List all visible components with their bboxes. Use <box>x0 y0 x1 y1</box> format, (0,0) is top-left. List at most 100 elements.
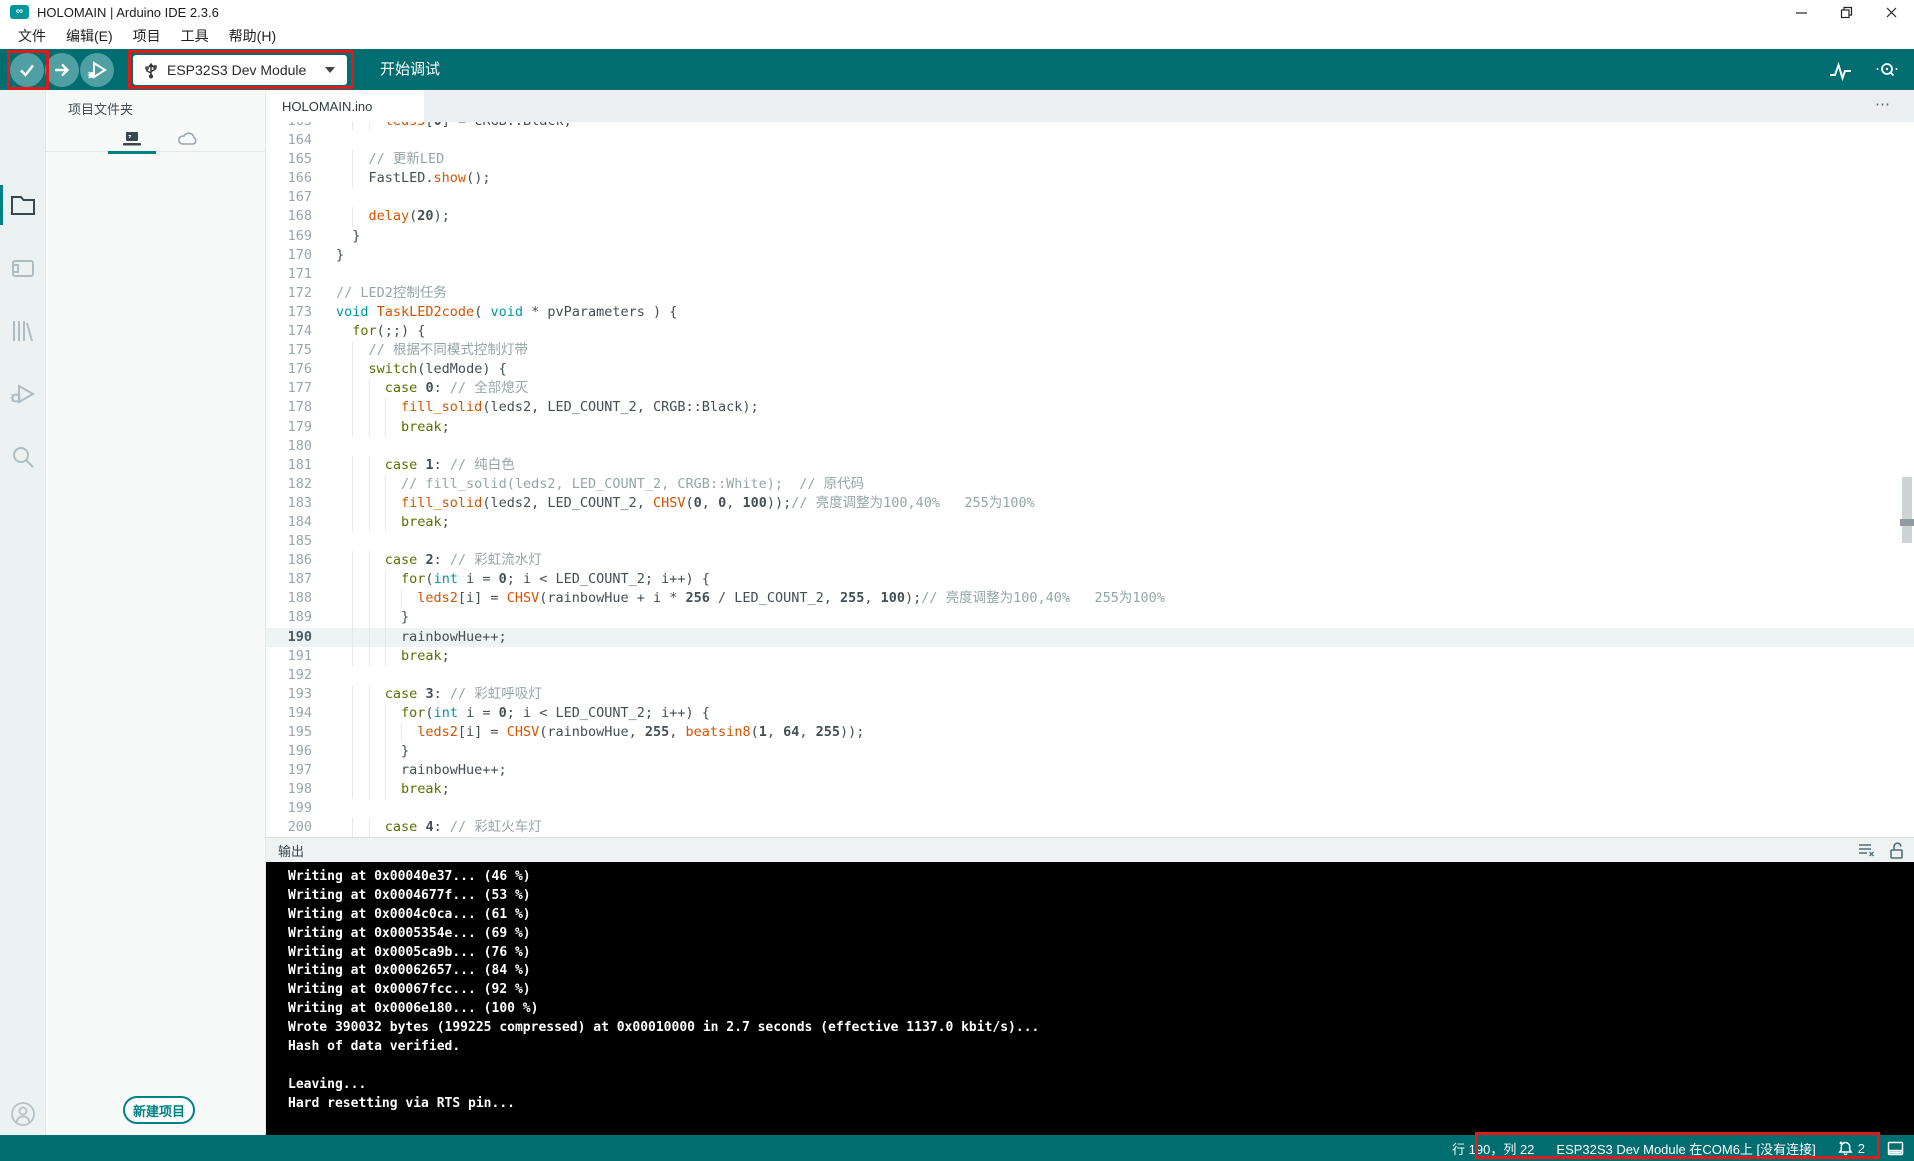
line-number: 188 <box>266 589 312 608</box>
terminal-line: Writing at 0x00062657... (84 %) <box>288 962 1914 981</box>
code-line[interactable]: 169 } <box>266 227 1914 246</box>
code-line[interactable]: 186 case 2: // 彩虹流水灯 <box>266 551 1914 570</box>
line-number: 165 <box>266 150 312 169</box>
code-line[interactable]: 195 leds2[i] = CHSV(rainbowHue, 255, bea… <box>266 723 1914 742</box>
cursor-position[interactable]: 行 190，列 22 <box>1452 1139 1534 1158</box>
line-number: 189 <box>266 608 312 627</box>
code-line[interactable]: 163 leds3[0] = CRGB::Black; <box>266 122 1914 131</box>
sidebar-item-debug[interactable] <box>0 372 46 416</box>
toggle-panel-icon[interactable] <box>1887 1141 1904 1156</box>
code-line[interactable]: 177 case 0: // 全部熄灭 <box>266 379 1914 398</box>
restore-button[interactable] <box>1824 0 1869 24</box>
board-port-status[interactable]: ESP32S3 Dev Module 在COM6上 [没有连接] <box>1556 1139 1815 1158</box>
tab-local-sketchbook[interactable] <box>106 126 158 152</box>
start-debug-label[interactable]: 开始调试 <box>380 49 440 90</box>
code-line[interactable]: 196 } <box>266 742 1914 761</box>
new-sketch-button[interactable]: 新建项目 <box>123 1096 195 1124</box>
menu-item[interactable]: 项目 <box>123 24 171 49</box>
upload-button[interactable] <box>45 53 79 87</box>
terminal-line: Writing at 0x00040e37... (46 %) <box>288 868 1914 887</box>
sidebar-item-boards-manager[interactable] <box>0 246 46 290</box>
code-line[interactable]: 190 rainbowHue++; <box>266 628 1914 647</box>
code-line[interactable]: 181 case 1: // 纯白色 <box>266 456 1914 475</box>
tab-cloud-sketchbook[interactable] <box>162 126 214 152</box>
code-line[interactable]: 180 <box>266 437 1914 456</box>
code-line[interactable]: 172// LED2控制任务 <box>266 284 1914 303</box>
menu-item[interactable]: 工具 <box>171 24 219 49</box>
search-icon <box>10 444 36 470</box>
sidebar-item-library-manager[interactable] <box>0 309 46 353</box>
code-line[interactable]: 176 switch(ledMode) { <box>266 360 1914 379</box>
code-lines: 163 leds3[0] = CRGB::Black;164165 // 更新L… <box>266 122 1914 837</box>
output-terminal[interactable]: Writing at 0x00040e37... (46 %) Writing a… <box>266 862 1914 1135</box>
code-line[interactable]: 179 break; <box>266 418 1914 437</box>
menu-item[interactable]: 编辑(E) <box>56 24 123 49</box>
close-button[interactable] <box>1869 0 1914 24</box>
code-line[interactable]: 173void TaskLED2code( void * pvParameter… <box>266 303 1914 322</box>
debug-button[interactable] <box>80 53 114 87</box>
sidebar-item-account[interactable] <box>0 1092 46 1136</box>
code-line[interactable]: 188 leds2[i] = CHSV(rainbowHue + i * 256… <box>266 589 1914 608</box>
code-line[interactable]: 189 } <box>266 608 1914 627</box>
terminal-line: Hash of data verified. <box>288 1038 1914 1057</box>
line-number: 192 <box>266 666 312 685</box>
code-line[interactable]: 185 <box>266 532 1914 551</box>
code-line[interactable]: 167 <box>266 188 1914 207</box>
line-number: 196 <box>266 742 312 761</box>
terminal-line: Hard resetting via RTS pin... <box>288 1095 1914 1114</box>
code-line[interactable]: 182 // fill_solid(leds2, LED_COUNT_2, CR… <box>266 475 1914 494</box>
editor-scrollbar[interactable] <box>1902 477 1912 543</box>
sidebar-item-search[interactable] <box>0 435 46 479</box>
line-number: 187 <box>266 570 312 589</box>
code-line[interactable]: 171 <box>266 265 1914 284</box>
output-title: 输出 <box>278 841 304 860</box>
debug-play-icon <box>86 59 108 81</box>
line-number: 199 <box>266 799 312 818</box>
arduino-logo-icon: ∞ <box>10 5 29 19</box>
code-line[interactable]: 200 case 4: // 彩虹火车灯 <box>266 818 1914 837</box>
code-line[interactable]: 192 <box>266 666 1914 685</box>
code-line[interactable]: 165 // 更新LED <box>266 150 1914 169</box>
sidebar-item-sketchbook[interactable] <box>0 183 46 227</box>
code-line[interactable]: 193 case 3: // 彩虹呼吸灯 <box>266 685 1914 704</box>
code-line[interactable]: 175 // 根据不同模式控制灯带 <box>266 341 1914 360</box>
lock-open-icon[interactable] <box>1889 842 1904 859</box>
line-number: 171 <box>266 265 312 284</box>
more-actions-icon[interactable]: ⋯ <box>1875 90 1892 122</box>
line-number: 190 <box>266 628 312 647</box>
serial-monitor-icon[interactable] <box>1874 59 1900 81</box>
notifications-item[interactable]: 2 <box>1838 1140 1865 1156</box>
clear-output-icon[interactable] <box>1857 842 1875 858</box>
arrow-right-icon <box>52 60 72 80</box>
code-line[interactable]: 187 for(int i = 0; i < LED_COUNT_2; i++)… <box>266 570 1914 589</box>
code-line[interactable]: 168 delay(20); <box>266 207 1914 226</box>
terminal-line <box>288 1057 1914 1076</box>
menu-item[interactable]: 帮助(H) <box>219 24 286 49</box>
line-number: 183 <box>266 494 312 513</box>
verify-button[interactable] <box>10 53 44 87</box>
code-line[interactable]: 183 fill_solid(leds2, LED_COUNT_2, CHSV(… <box>266 494 1914 513</box>
code-editor[interactable]: 163 leds3[0] = CRGB::Black;164165 // 更新L… <box>266 122 1914 837</box>
board-icon <box>10 256 36 280</box>
line-number: 178 <box>266 398 312 417</box>
code-line[interactable]: 166 FastLED.show(); <box>266 169 1914 188</box>
code-line[interactable]: 197 rainbowHue++; <box>266 761 1914 780</box>
menu-item[interactable]: 文件 <box>8 24 56 49</box>
tab-holomain-ino[interactable]: HOLOMAIN.ino <box>266 90 424 122</box>
code-line[interactable]: 198 break; <box>266 780 1914 799</box>
line-number: 168 <box>266 207 312 226</box>
code-line[interactable]: 174 for(;;) { <box>266 322 1914 341</box>
menu-bar: 文件编辑(E)项目工具帮助(H) <box>0 24 1914 49</box>
code-line[interactable]: 170} <box>266 246 1914 265</box>
code-line[interactable]: 199 <box>266 799 1914 818</box>
serial-plotter-icon[interactable] <box>1828 59 1854 81</box>
board-selector[interactable]: ESP32S3 Dev Module <box>133 55 347 85</box>
minimize-button[interactable] <box>1779 0 1824 24</box>
code-line[interactable]: 184 break; <box>266 513 1914 532</box>
code-line[interactable]: 194 for(int i = 0; i < LED_COUNT_2; i++)… <box>266 704 1914 723</box>
line-number: 169 <box>266 227 312 246</box>
code-line[interactable]: 178 fill_solid(leds2, LED_COUNT_2, CRGB:… <box>266 398 1914 417</box>
line-number: 185 <box>266 532 312 551</box>
code-line[interactable]: 191 break; <box>266 647 1914 666</box>
code-line[interactable]: 164 <box>266 131 1914 150</box>
